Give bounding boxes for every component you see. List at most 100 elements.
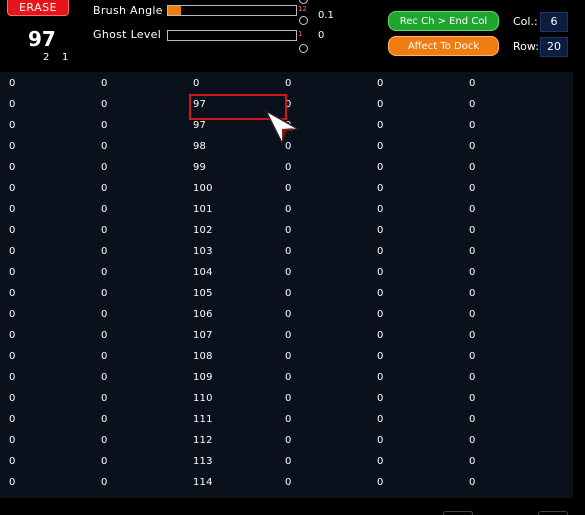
affect-to-dock-button[interactable]: Affect To Dock	[388, 36, 499, 56]
grid-cell[interactable]: 102	[193, 220, 213, 241]
grid-cell[interactable]: 0	[9, 199, 16, 220]
grid-cell[interactable]: 0	[469, 199, 476, 220]
grid-cell[interactable]: 0	[377, 94, 384, 115]
grid-cell[interactable]: 0	[285, 409, 292, 430]
brush-angle-knob-top[interactable]	[299, 0, 308, 4]
grid-cell[interactable]: 0	[469, 220, 476, 241]
grid-cell[interactable]: 0	[101, 430, 108, 451]
grid-cell[interactable]: 0	[9, 262, 16, 283]
grid-cell[interactable]: 0	[469, 409, 476, 430]
grid-cell[interactable]: 98	[193, 136, 206, 157]
grid-row[interactable]: 0 0 114 0 0 0	[0, 472, 573, 493]
grid-cell[interactable]: 0	[9, 430, 16, 451]
grid-cell[interactable]: 0	[285, 451, 292, 472]
grid-cell[interactable]: 0	[469, 388, 476, 409]
grid-cell[interactable]: 0	[9, 325, 16, 346]
grid-cell[interactable]: 114	[193, 472, 213, 493]
grid-cell[interactable]: 0	[469, 178, 476, 199]
grid-row[interactable]: 0 0 105 0 0 0	[0, 283, 573, 304]
grid-cell[interactable]: 0	[9, 409, 16, 430]
grid-cell[interactable]: 0	[377, 73, 384, 94]
grid-row[interactable]: 0 0 100 0 0 0	[0, 178, 573, 199]
grid-cell[interactable]: 0	[101, 472, 108, 493]
grid-cell[interactable]: 0	[285, 325, 292, 346]
grid-cell[interactable]: 0	[469, 241, 476, 262]
grid-cell[interactable]: 0	[285, 346, 292, 367]
grid-cell[interactable]: 0	[469, 472, 476, 493]
grid-scrollbar[interactable]	[573, 72, 585, 498]
grid-cell[interactable]: 0	[285, 388, 292, 409]
grid-cell[interactable]: 0	[101, 178, 108, 199]
erase-button[interactable]: ERASE	[7, 0, 69, 16]
grid-cell[interactable]: 0	[469, 304, 476, 325]
grid-cell[interactable]: 0	[285, 178, 292, 199]
brush-angle-knob[interactable]	[299, 16, 308, 25]
grid-cell[interactable]: 112	[193, 430, 213, 451]
grid-cell[interactable]: 104	[193, 262, 213, 283]
grid-cell[interactable]: 0	[9, 283, 16, 304]
grid-cell[interactable]: 0	[101, 241, 108, 262]
grid-cell[interactable]: 0	[101, 73, 108, 94]
row-field[interactable]: 20	[540, 37, 568, 57]
grid-row[interactable]: 0 0 107 0 0 0	[0, 325, 573, 346]
grid-cell[interactable]: 0	[469, 430, 476, 451]
grid-row[interactable]: 0 0 99 0 0 0	[0, 157, 573, 178]
ghost-level-slider[interactable]	[167, 30, 297, 41]
grid-cell[interactable]: 0	[101, 409, 108, 430]
grid-cell[interactable]: 0	[9, 304, 16, 325]
grid-cell[interactable]: 0	[9, 115, 16, 136]
grid-cell[interactable]: 0	[101, 346, 108, 367]
grid-cell[interactable]: 0	[469, 283, 476, 304]
grid-row[interactable]: 0 0 106 0 0 0	[0, 304, 573, 325]
brush-angle-slider[interactable]	[167, 5, 297, 16]
grid-cell[interactable]: 0	[101, 94, 108, 115]
grid-cell[interactable]: 0	[9, 94, 16, 115]
grid-cell[interactable]: 109	[193, 367, 213, 388]
bottom-tab-right[interactable]	[538, 511, 568, 515]
grid-cell[interactable]: 108	[193, 346, 213, 367]
grid-cell[interactable]: 0	[101, 283, 108, 304]
grid-cell[interactable]: 0	[377, 115, 384, 136]
grid-cell[interactable]: 105	[193, 283, 213, 304]
grid-cell[interactable]: 0	[377, 409, 384, 430]
bottom-tab-left[interactable]	[443, 511, 473, 515]
grid-cell[interactable]: 0	[377, 199, 384, 220]
grid-cell[interactable]: 0	[377, 346, 384, 367]
grid-cell[interactable]: 0	[285, 304, 292, 325]
grid-cell[interactable]: 0	[377, 472, 384, 493]
grid-cell[interactable]: 0	[469, 157, 476, 178]
grid-row[interactable]: 0 0 112 0 0 0	[0, 430, 573, 451]
grid-cell[interactable]: 0	[469, 73, 476, 94]
grid-row[interactable]: 0 0 108 0 0 0	[0, 346, 573, 367]
grid-cell[interactable]: 0	[377, 367, 384, 388]
grid-cell[interactable]: 0	[285, 367, 292, 388]
grid-cell[interactable]: 0	[377, 388, 384, 409]
grid-cell[interactable]: 0	[285, 73, 292, 94]
grid-cell[interactable]: 0	[285, 283, 292, 304]
grid-cell[interactable]: 0	[9, 178, 16, 199]
grid-cell[interactable]: 0	[101, 115, 108, 136]
grid-cell[interactable]: 0	[285, 262, 292, 283]
grid-cell[interactable]: 0	[377, 241, 384, 262]
grid-cell[interactable]: 0	[285, 430, 292, 451]
grid-row[interactable]: 0 0 104 0 0 0	[0, 262, 573, 283]
grid-row[interactable]: 0 0 102 0 0 0	[0, 220, 573, 241]
grid-cell[interactable]: 111	[193, 409, 213, 430]
grid-cell[interactable]: 0	[101, 367, 108, 388]
grid-cell[interactable]: 0	[377, 157, 384, 178]
grid-cell[interactable]: 0	[377, 262, 384, 283]
grid-cell[interactable]: 0	[469, 262, 476, 283]
grid-cell[interactable]: 0	[101, 136, 108, 157]
grid-cell[interactable]: 0	[469, 367, 476, 388]
grid-cell[interactable]: 0	[469, 325, 476, 346]
grid-cell[interactable]: 0	[9, 157, 16, 178]
grid-cell[interactable]: 100	[193, 178, 213, 199]
grid-cell[interactable]: 0	[9, 367, 16, 388]
grid-row[interactable]: 0 0 109 0 0 0	[0, 367, 573, 388]
grid-cell[interactable]: 0	[285, 472, 292, 493]
grid-row[interactable]: 0 0 113 0 0 0	[0, 451, 573, 472]
grid-cell[interactable]: 0	[9, 451, 16, 472]
grid-cell[interactable]: 0	[193, 73, 200, 94]
grid-cell[interactable]: 106	[193, 304, 213, 325]
grid-cell[interactable]: 0	[9, 73, 16, 94]
